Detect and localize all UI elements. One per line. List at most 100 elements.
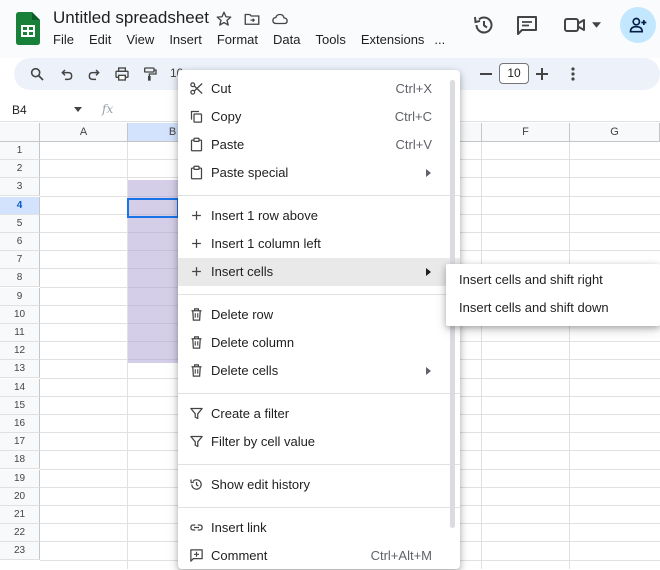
decrease-font-size-icon[interactable] <box>480 73 492 75</box>
row-header[interactable]: 20 <box>0 487 40 506</box>
column-gridline <box>481 142 482 569</box>
increase-font-size-icon[interactable] <box>536 68 548 80</box>
row-header[interactable]: 7 <box>0 251 40 270</box>
menu-view[interactable]: View <box>126 32 154 47</box>
menu-item-label: Paste special <box>211 165 289 180</box>
menu-item-cut[interactable]: Cut Ctrl+X <box>178 75 460 103</box>
menu-item-show-edit-history[interactable]: Show edit history <box>178 471 460 499</box>
row-header[interactable]: 18 <box>0 451 40 470</box>
menu-item-delete-cells[interactable]: Delete cells <box>178 357 460 385</box>
row-header[interactable]: 8 <box>0 269 40 288</box>
document-title[interactable]: Untitled spreadsheet <box>53 8 209 28</box>
version-history-icon[interactable] <box>472 13 496 37</box>
row-header[interactable]: 17 <box>0 433 40 452</box>
row-header[interactable]: 23 <box>0 542 40 561</box>
menu-tools[interactable]: Tools <box>315 32 345 47</box>
menu-item-insert-column-left[interactable]: Insert 1 column left <box>178 230 460 258</box>
menu-item-label: Insert cells <box>211 264 274 279</box>
menu-data[interactable]: Data <box>273 32 300 47</box>
menu-extensions[interactable]: Extensions <box>361 32 425 47</box>
cloud-status-icon[interactable] <box>271 10 289 28</box>
trash-icon <box>191 336 202 349</box>
scissors-icon <box>190 82 203 95</box>
menu-item-label: Insert link <box>211 520 267 535</box>
share-button[interactable] <box>620 7 656 43</box>
menu-item-label: Create a filter <box>211 406 290 421</box>
redo-icon[interactable] <box>86 66 102 82</box>
menu-item-filter-by-cell-value[interactable]: Filter by cell value <box>178 428 460 456</box>
row-header[interactable]: 13 <box>0 360 40 379</box>
sheets-logo-icon[interactable] <box>16 12 40 45</box>
row-header[interactable]: 15 <box>0 396 40 415</box>
undo-icon[interactable] <box>59 66 75 82</box>
column-gridline <box>569 142 570 569</box>
menu-item-label: Copy <box>211 109 242 124</box>
menu-item-label: Cut <box>211 81 232 96</box>
menu-divider <box>178 195 460 196</box>
more-options-icon[interactable] <box>571 67 575 81</box>
comment-icon <box>190 549 203 562</box>
menu-divider <box>178 294 460 295</box>
meet-video-icon[interactable] <box>563 13 587 37</box>
menu-item-insert-row-above[interactable]: Insert 1 row above <box>178 202 460 230</box>
row-header[interactable]: 11 <box>0 324 40 342</box>
row-header[interactable]: 5 <box>0 214 40 233</box>
menu-item-copy[interactable]: Copy Ctrl+C <box>178 103 460 131</box>
submenu-item-shift-right[interactable]: Insert cells and shift right <box>459 272 603 287</box>
menu-insert[interactable]: Insert <box>169 32 202 47</box>
menu-item-paste-special[interactable]: Paste special <box>178 159 460 187</box>
shortcut-label: Ctrl+Alt+M <box>370 548 432 563</box>
menu-item-delete-row[interactable]: Delete row <box>178 301 460 329</box>
submenu-item-shift-down[interactable]: Insert cells and shift down <box>459 300 609 315</box>
name-box[interactable]: B4 <box>12 103 27 117</box>
plus-icon <box>192 211 201 220</box>
row-header[interactable]: 6 <box>0 233 40 251</box>
plus-icon <box>192 239 201 248</box>
column-header[interactable]: G <box>570 123 660 142</box>
menu-item-delete-column[interactable]: Delete column <box>178 329 460 357</box>
row-header[interactable]: 4 <box>0 196 40 215</box>
row-header[interactable]: 21 <box>0 506 40 524</box>
shortcut-label: Ctrl+V <box>395 137 432 152</box>
row-header[interactable]: 9 <box>0 287 40 306</box>
history-icon <box>190 479 202 490</box>
comments-icon[interactable] <box>515 13 539 37</box>
menu-bar: File Edit View Insert Format Data Tools … <box>53 32 460 47</box>
filter-icon <box>190 435 203 448</box>
menu-file[interactable]: File <box>53 32 74 47</box>
paint-format-icon[interactable] <box>142 66 158 82</box>
column-header[interactable]: F <box>482 123 570 142</box>
row-header[interactable]: 3 <box>0 178 40 197</box>
menu-item-create-filter[interactable]: Create a filter <box>178 400 460 428</box>
move-folder-icon[interactable] <box>243 10 261 28</box>
menu-format[interactable]: Format <box>217 32 258 47</box>
row-header[interactable]: 2 <box>0 160 40 179</box>
chevron-down-icon[interactable] <box>592 22 601 28</box>
name-box-dropdown-icon[interactable] <box>74 107 82 112</box>
trash-icon <box>191 308 202 321</box>
font-size-input[interactable]: 10 <box>499 63 529 84</box>
row-header[interactable]: 19 <box>0 469 40 488</box>
menu-item-insert-cells[interactable]: Insert cells <box>178 258 460 286</box>
row-header[interactable]: 14 <box>0 378 40 397</box>
row-header[interactable]: 22 <box>0 524 40 543</box>
menu-item-insert-link[interactable]: Insert link <box>178 514 460 542</box>
active-cell[interactable] <box>127 198 179 218</box>
star-icon[interactable] <box>215 10 233 28</box>
row-header[interactable]: 1 <box>0 142 40 160</box>
menu-divider <box>178 393 460 394</box>
row-header[interactable]: 12 <box>0 342 40 361</box>
print-icon[interactable] <box>114 66 130 82</box>
shortcut-label: Ctrl+C <box>394 109 432 124</box>
menu-item-comment[interactable]: Comment Ctrl+Alt+M <box>178 542 460 570</box>
menu-item-paste[interactable]: Paste Ctrl+V <box>178 131 460 159</box>
copy-icon <box>190 110 203 123</box>
menu-edit[interactable]: Edit <box>89 32 111 47</box>
menu-more[interactable]: ... <box>434 32 445 47</box>
menu-item-label: Comment <box>211 548 268 563</box>
row-header[interactable]: 16 <box>0 415 40 433</box>
select-all-corner[interactable] <box>0 123 40 142</box>
row-header[interactable]: 10 <box>0 305 40 324</box>
column-header[interactable]: A <box>40 123 128 142</box>
search-icon[interactable] <box>29 66 45 82</box>
